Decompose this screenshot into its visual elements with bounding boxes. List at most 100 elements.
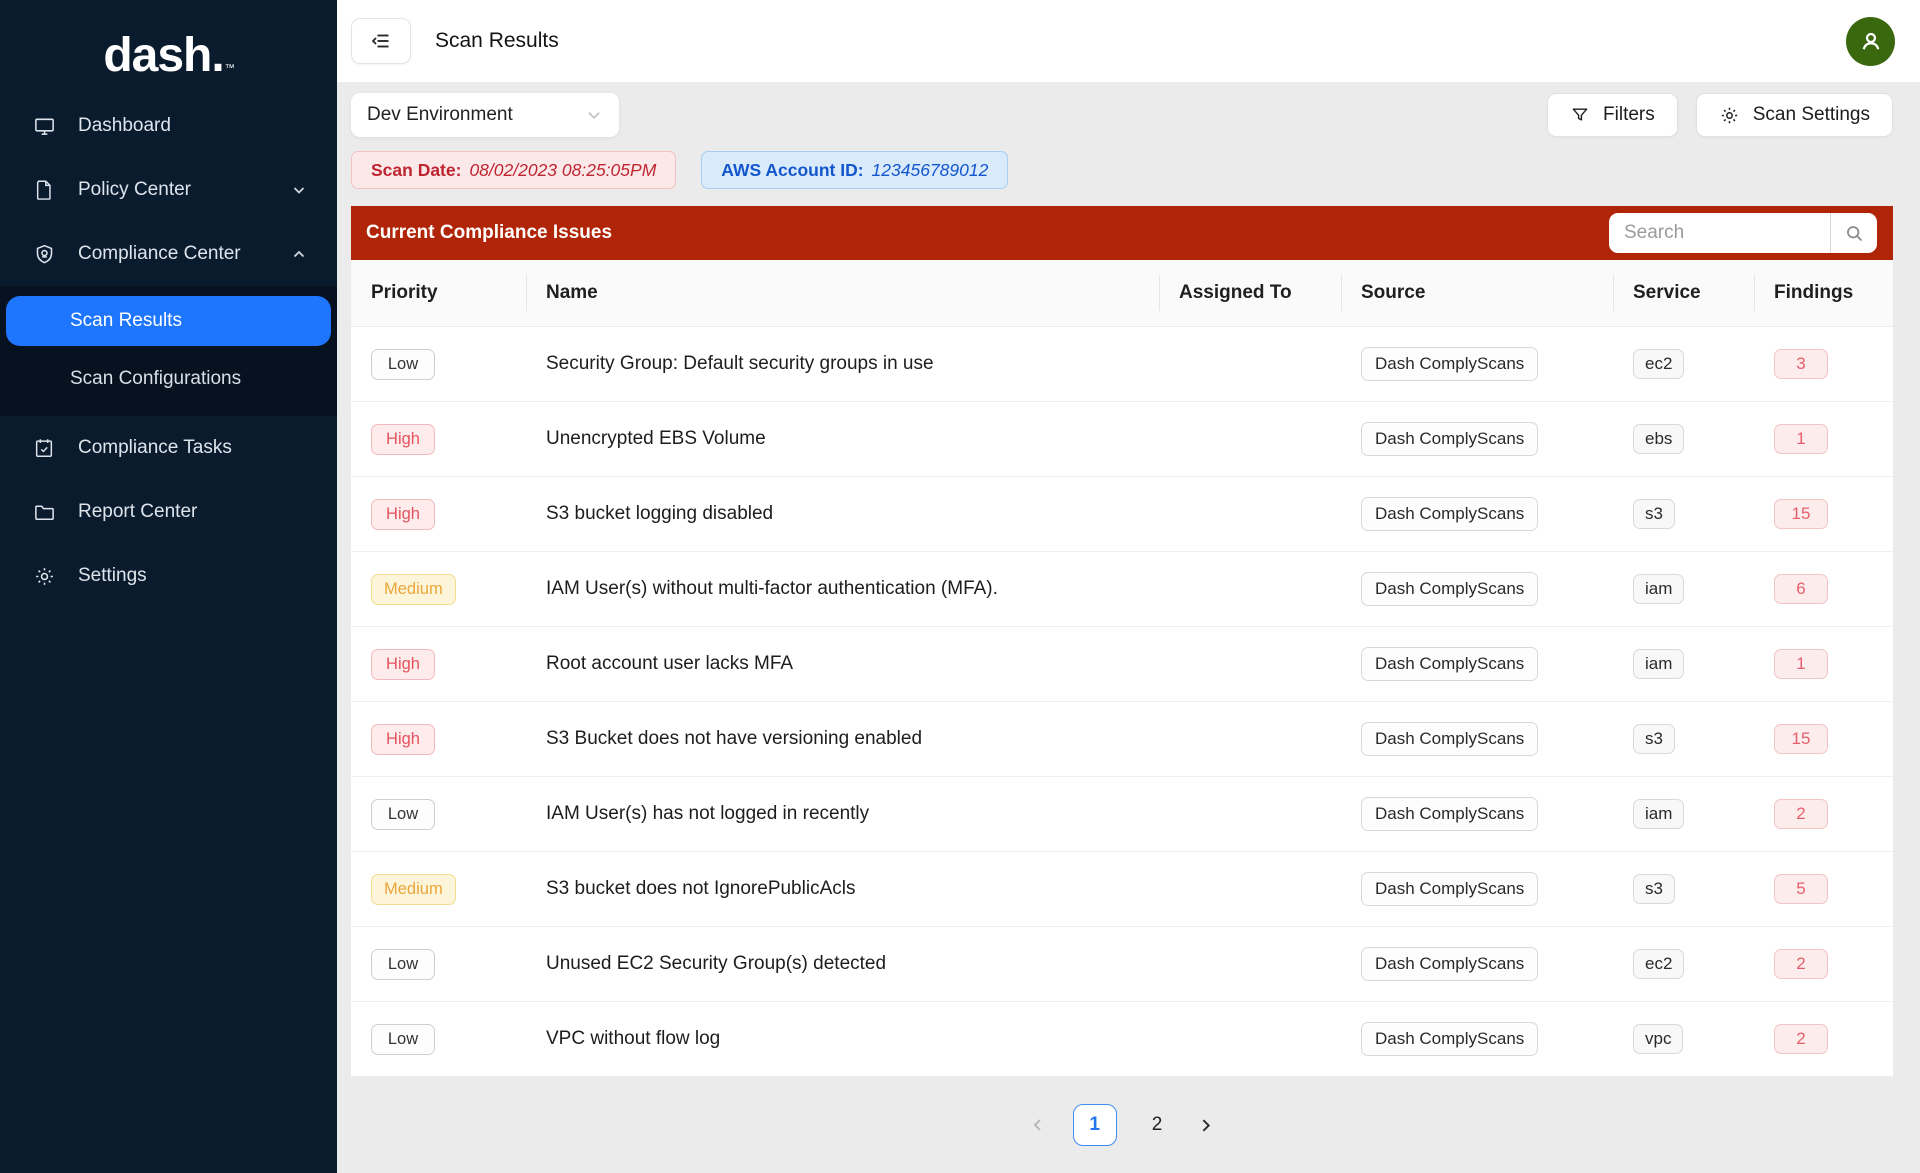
source-cell: Dash ComplyScans xyxy=(1341,722,1613,756)
search-icon[interactable] xyxy=(1831,213,1877,253)
service-badge: iam xyxy=(1633,799,1684,829)
service-badge: ec2 xyxy=(1633,349,1684,379)
findings-cell: 6 xyxy=(1754,574,1893,604)
table-row[interactable]: Medium S3 bucket does not IgnorePublicAc… xyxy=(351,852,1893,927)
sidebar-item-policy-center[interactable]: Policy Center xyxy=(0,158,337,222)
page-button-1[interactable]: 1 xyxy=(1073,1104,1117,1146)
scan-settings-button-label: Scan Settings xyxy=(1753,104,1870,126)
table-row[interactable]: High Root account user lacks MFA Dash Co… xyxy=(351,627,1893,702)
priority-badge: Low xyxy=(371,949,435,980)
issue-name: S3 bucket logging disabled xyxy=(526,503,1159,525)
compliance-issues-panel: Current Compliance Issues Priority Name … xyxy=(351,206,1893,1146)
sidebar-collapse-button[interactable] xyxy=(351,18,411,64)
issue-name: IAM User(s) without multi-factor authent… xyxy=(526,578,1159,600)
sidebar-item-scan-results[interactable]: Scan Results xyxy=(6,296,331,346)
column-header-source: Source xyxy=(1341,260,1613,326)
findings-cell: 2 xyxy=(1754,949,1893,979)
service-badge: s3 xyxy=(1633,874,1675,904)
priority-cell: Medium xyxy=(351,874,526,905)
table-row[interactable]: Low Unused EC2 Security Group(s) detecte… xyxy=(351,927,1893,1002)
findings-cell: 15 xyxy=(1754,499,1893,529)
findings-count-badge: 15 xyxy=(1774,724,1828,754)
service-cell: s3 xyxy=(1613,499,1754,529)
service-badge: iam xyxy=(1633,574,1684,604)
sidebar-item-compliance-center[interactable]: Compliance Center xyxy=(0,222,337,286)
priority-badge: Low xyxy=(371,349,435,380)
service-badge: s3 xyxy=(1633,724,1675,754)
user-avatar[interactable] xyxy=(1846,17,1895,66)
toolbar-buttons: Filters Scan Settings xyxy=(1547,93,1893,137)
pagination: 1 2 xyxy=(351,1104,1893,1146)
environment-select-value: Dev Environment xyxy=(367,104,513,126)
findings-count-badge: 1 xyxy=(1774,424,1828,454)
sidebar-item-settings[interactable]: Settings xyxy=(0,544,337,608)
table-row[interactable]: Low VPC without flow log Dash ComplyScan… xyxy=(351,1002,1893,1077)
sidebar-item-label: Policy Center xyxy=(78,179,191,201)
page-button-2[interactable]: 2 xyxy=(1144,1110,1171,1140)
findings-cell: 1 xyxy=(1754,424,1893,454)
findings-count-badge: 1 xyxy=(1774,649,1828,679)
sidebar-item-scan-configurations[interactable]: Scan Configurations xyxy=(0,354,337,404)
issue-name: S3 bucket does not IgnorePublicAcls xyxy=(526,878,1159,900)
source-cell: Dash ComplyScans xyxy=(1341,947,1613,981)
table-row[interactable]: Medium IAM User(s) without multi-factor … xyxy=(351,552,1893,627)
source-badge: Dash ComplyScans xyxy=(1361,647,1538,681)
priority-cell: High xyxy=(351,724,526,755)
toolbar-row: Dev Environment Filters xyxy=(351,93,1893,137)
chevron-down-icon xyxy=(585,106,603,124)
source-badge: Dash ComplyScans xyxy=(1361,572,1538,606)
findings-cell: 5 xyxy=(1754,874,1893,904)
findings-cell: 2 xyxy=(1754,799,1893,829)
previous-page-button[interactable] xyxy=(1030,1117,1046,1133)
brand-logo-text: dash. xyxy=(103,29,223,82)
scan-settings-button[interactable]: Scan Settings xyxy=(1696,93,1893,137)
sidebar-item-dashboard[interactable]: Dashboard xyxy=(0,94,337,158)
priority-badge: High xyxy=(371,649,435,680)
source-cell: Dash ComplyScans xyxy=(1341,347,1613,381)
scan-date-value: 08/02/2023 08:25:05PM xyxy=(469,160,656,181)
table-row[interactable]: High S3 bucket logging disabled Dash Com… xyxy=(351,477,1893,552)
service-cell: iam xyxy=(1613,574,1754,604)
filters-button[interactable]: Filters xyxy=(1547,93,1678,137)
compliance-issues-table: Priority Name Assigned To Source Service… xyxy=(351,260,1893,1077)
table-body: Low Security Group: Default security gro… xyxy=(351,327,1893,1077)
priority-cell: High xyxy=(351,424,526,455)
findings-count-badge: 15 xyxy=(1774,499,1828,529)
source-badge: Dash ComplyScans xyxy=(1361,872,1538,906)
priority-cell: High xyxy=(351,499,526,530)
table-row[interactable]: Low IAM User(s) has not logged in recent… xyxy=(351,777,1893,852)
table-row[interactable]: High Unencrypted EBS Volume Dash ComplyS… xyxy=(351,402,1893,477)
top-bar: Scan Results xyxy=(337,0,1920,82)
shield-icon xyxy=(32,242,56,266)
main-area: Scan Results Dev Environment xyxy=(337,0,1920,1173)
service-badge: s3 xyxy=(1633,499,1675,529)
priority-cell: Low xyxy=(351,799,526,830)
column-header-assigned-to: Assigned To xyxy=(1159,260,1341,326)
service-cell: vpc xyxy=(1613,1024,1754,1054)
panel-title: Current Compliance Issues xyxy=(366,222,612,244)
scan-info-badges: Scan Date: 08/02/2023 08:25:05PM AWS Acc… xyxy=(351,151,1893,189)
findings-count-badge: 5 xyxy=(1774,874,1828,904)
scan-date-badge: Scan Date: 08/02/2023 08:25:05PM xyxy=(351,151,676,189)
sidebar-nav: Dashboard Policy Center Compliance Cente… xyxy=(0,94,337,608)
priority-cell: Low xyxy=(351,1024,526,1055)
issue-name: Unused EC2 Security Group(s) detected xyxy=(526,953,1159,975)
collapse-sidebar-icon xyxy=(369,29,393,53)
table-row[interactable]: High S3 Bucket does not have versioning … xyxy=(351,702,1893,777)
content: Dev Environment Filters xyxy=(337,82,1920,1173)
service-badge: ebs xyxy=(1633,424,1684,454)
sidebar-item-label: Report Center xyxy=(78,501,197,523)
findings-count-badge: 2 xyxy=(1774,1024,1828,1054)
source-badge: Dash ComplyScans xyxy=(1361,497,1538,531)
environment-select[interactable]: Dev Environment xyxy=(351,93,619,137)
sidebar-item-report-center[interactable]: Report Center xyxy=(0,480,337,544)
findings-cell: 3 xyxy=(1754,349,1893,379)
column-header-name: Name xyxy=(526,260,1159,326)
table-row[interactable]: Low Security Group: Default security gro… xyxy=(351,327,1893,402)
service-badge: iam xyxy=(1633,649,1684,679)
search-input[interactable] xyxy=(1609,222,1830,244)
priority-badge: Low xyxy=(371,799,435,830)
next-page-button[interactable] xyxy=(1197,1117,1214,1134)
findings-count-badge: 2 xyxy=(1774,949,1828,979)
sidebar-item-compliance-tasks[interactable]: Compliance Tasks xyxy=(0,416,337,480)
